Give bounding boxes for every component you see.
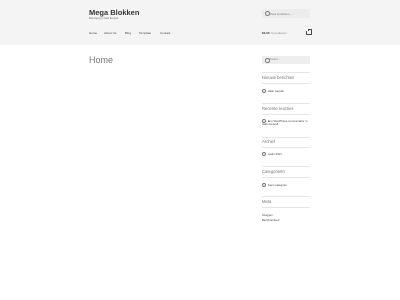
divider (262, 83, 310, 84)
nav-item-about[interactable]: About Us (104, 31, 116, 35)
cart-icon[interactable] (306, 28, 312, 35)
categories-title: Categorieën (262, 169, 285, 174)
nav-item-template[interactable]: Template (139, 31, 151, 35)
divider (262, 114, 310, 115)
recent-comment-item[interactable]: Een WordPress-commentator in Hallo werel… (262, 119, 310, 127)
archive-item[interactable]: maart 2021 (262, 152, 282, 157)
divider (262, 177, 310, 178)
divider (262, 72, 310, 73)
cart-amount[interactable]: €0,00 (262, 31, 270, 35)
nav-item-contact[interactable]: Contact (160, 31, 170, 35)
divider (262, 147, 310, 148)
archive-icon (262, 152, 267, 157)
sidebar-search-input[interactable]: Zoeken... (262, 56, 310, 64)
site-tagline: Bezorging in heel Europa (89, 17, 119, 20)
archives-title: Archief (262, 139, 276, 144)
nav-item-home[interactable]: Home (89, 31, 97, 35)
category-item[interactable]: Geen categorie (262, 183, 287, 188)
search-placeholder: Zoek producten... (270, 11, 292, 16)
divider (262, 166, 310, 167)
meta-title: Meta (262, 199, 272, 204)
divider (262, 103, 310, 104)
nav-item-blog[interactable]: Blog (125, 31, 131, 35)
site-title[interactable]: Mega Blokken (89, 8, 139, 17)
site-header: Mega Blokken Bezorging in heel Europa Zo… (0, 0, 400, 45)
meta-feed-link[interactable]: Berichtenfeed (262, 218, 279, 222)
post-icon (262, 89, 267, 94)
cart-count[interactable]: 0 producten (271, 31, 287, 35)
meta-login-link[interactable]: Inloggen (262, 213, 273, 217)
divider (262, 207, 310, 208)
recent-post-item[interactable]: Hallo wereld! (262, 89, 284, 94)
recent-comments-title: Recente reacties (262, 106, 294, 111)
category-icon (262, 183, 267, 188)
product-search-input[interactable]: Zoek producten... (262, 9, 310, 18)
divider (262, 137, 310, 138)
sidebar-search-placeholder: Zoeken... (269, 58, 281, 62)
page-title: Home (89, 55, 114, 65)
divider (262, 196, 310, 197)
recent-posts-title: Nieuwe berichten (262, 75, 295, 80)
